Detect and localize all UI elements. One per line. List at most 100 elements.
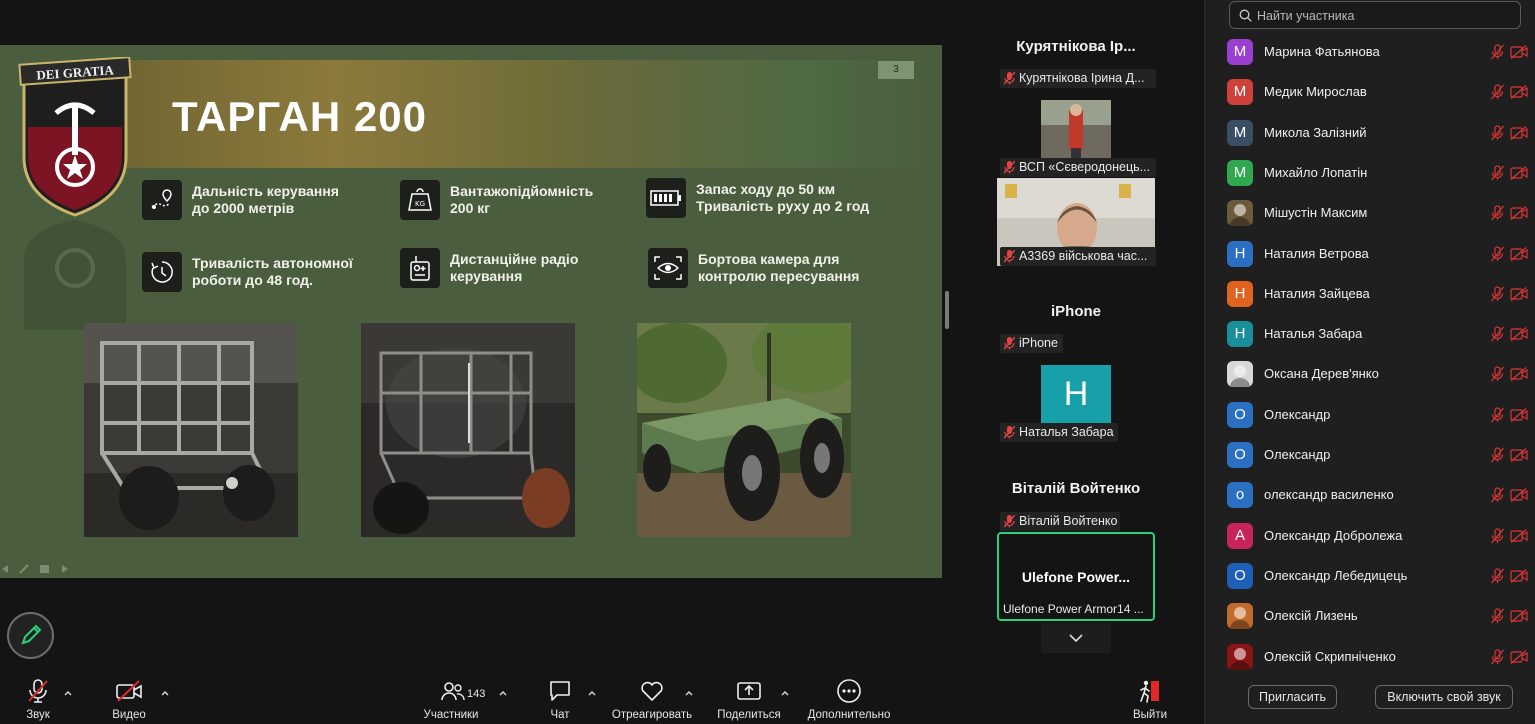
feature-battery-line2: Тривалість руху до 2 год [696, 198, 870, 214]
tile-tag-a3369[interactable]: А3369 військова час... [1000, 247, 1156, 266]
participant-row[interactable]: H Наталья Забара [1205, 314, 1535, 354]
video-off-icon [116, 680, 142, 702]
video-off-icon [1510, 206, 1528, 221]
participant-row[interactable]: O Олександр Лебедицець [1205, 556, 1535, 596]
video-gallery-strip: Курятнікова Ір... Курятнікова Ірина Д...… [990, 30, 1162, 660]
feature-remote-line2: керування [450, 268, 523, 284]
share-screen-button[interactable]: Поделиться [714, 678, 784, 721]
chat-button[interactable]: Чат [540, 678, 580, 721]
participant-row[interactable]: M Микола Залізний [1205, 113, 1535, 153]
video-tile-active-speaker[interactable]: Ulefone Power... Ulefone Power Armor14 .… [997, 532, 1155, 621]
tile-tag-voitenko[interactable]: Віталій Войтенко [1000, 512, 1120, 531]
more-button[interactable]: Дополнительно [804, 678, 894, 721]
video-off-icon [1510, 568, 1528, 583]
video-options-caret[interactable] [160, 689, 170, 697]
participant-row[interactable]: M Марина Фатьянова [1205, 32, 1535, 72]
participant-avatar: H [1227, 240, 1253, 267]
range-icon [142, 180, 182, 220]
video-off-icon [1510, 286, 1528, 301]
participant-avatar: M [1227, 119, 1253, 146]
gallery-scroll-down-button[interactable] [1041, 623, 1111, 653]
react-button[interactable]: Отреагировать [610, 678, 694, 721]
feature-camera-line2: контролю пересування [698, 268, 860, 284]
video-off-icon [1510, 367, 1528, 382]
tile-tag-label: Курятнікова Ірина Д... [1019, 71, 1145, 85]
video-off-icon [1510, 165, 1528, 180]
participant-row[interactable]: Олексій Лизень [1205, 596, 1535, 636]
leave-door-icon [1140, 680, 1159, 703]
mic-muted-icon [1490, 648, 1505, 665]
tile-tag-natalia[interactable]: Наталья Забара [1000, 423, 1118, 442]
robot-frame-photo-1 [84, 323, 298, 537]
video-button[interactable]: Видео [106, 678, 152, 721]
participant-row[interactable]: O Олександр [1205, 395, 1535, 435]
participant-row[interactable]: O Олександр [1205, 435, 1535, 475]
share-screen-icon [737, 682, 761, 700]
tile-tag-label: ВСП «Сєверодонець... [1019, 160, 1151, 174]
participant-row[interactable]: M Михайло Лопатін [1205, 153, 1535, 193]
participant-avatar: M [1227, 79, 1253, 106]
share-label: Поделиться [717, 709, 781, 721]
participant-name: Наталия Ветрова [1264, 245, 1369, 261]
mic-muted-icon [1490, 366, 1505, 382]
svg-text:KG: KG [415, 200, 425, 208]
participant-name: Медик Мирослав [1264, 84, 1367, 100]
video-off-icon [1510, 125, 1528, 140]
avatar-natalia-zabara[interactable]: H [1041, 365, 1111, 423]
participant-name: Олександр [1264, 406, 1331, 422]
participant-row[interactable]: o олександр василенко [1205, 475, 1535, 515]
participant-row[interactable]: Мішустін Максим [1205, 193, 1535, 233]
mic-muted-icon [1004, 515, 1015, 528]
participant-search-box[interactable] [1229, 1, 1521, 29]
feature-autonomy: Тривалість автономної роботи до 48 год. [142, 252, 353, 292]
annotate-button[interactable] [7, 612, 54, 659]
slide-nav-tools[interactable] [0, 562, 80, 574]
feature-remote: Дистанційне радіо керування [400, 248, 578, 288]
search-icon [1239, 9, 1252, 22]
participant-row[interactable]: Олексій Скрипніченко [1205, 637, 1535, 677]
mic-muted-icon [1004, 72, 1015, 85]
unmute-self-button[interactable]: Включить свой звук [1375, 685, 1513, 709]
participant-row[interactable]: A Олександр Добролежа [1205, 516, 1535, 556]
tile-tag-ulefone: Ulefone Power Armor14 ... [1003, 602, 1144, 616]
video-label: Видео [112, 709, 146, 721]
participant-row[interactable]: Оксана Дерев'янко [1205, 354, 1535, 394]
participant-row[interactable]: M Медик Мирослав [1205, 72, 1535, 112]
participant-avatar: M [1227, 159, 1253, 186]
slide-title: ТАРГАН 200 [172, 93, 427, 140]
participant-row[interactable]: H Наталия Ветрова [1205, 234, 1535, 274]
mic-muted-icon [1490, 286, 1505, 302]
leave-button[interactable]: Выйти [1130, 678, 1170, 721]
audio-options-caret[interactable] [63, 689, 73, 697]
participant-row[interactable]: H Наталия Зайцева [1205, 274, 1535, 314]
participant-avatar [1227, 603, 1253, 630]
react-options-caret[interactable] [684, 689, 694, 697]
participant-name: Микола Залізний [1264, 124, 1367, 140]
participant-avatar: o [1227, 482, 1253, 509]
participant-name: Наталья Забара [1264, 326, 1363, 342]
feature-autonomy-line2: роботи до 48 год. [192, 272, 313, 288]
video-off-icon [1510, 649, 1528, 664]
feature-range: Дальність керування до 2000 метрів [142, 180, 339, 220]
participant-name: Олексій Скрипніченко [1264, 648, 1396, 664]
participant-search-input[interactable] [1257, 6, 1512, 25]
video-off-icon [1510, 528, 1528, 543]
tile-tag-iphone[interactable]: iPhone [1000, 334, 1063, 353]
tile-title-voitenko: Віталій Войтенко [1011, 480, 1141, 497]
tile-tag-kuriatnikova[interactable]: Курятнікова Ірина Д... [1000, 69, 1156, 88]
participants-options-caret[interactable] [498, 689, 508, 697]
share-options-caret[interactable] [780, 689, 790, 697]
chat-bubble-icon [550, 681, 570, 701]
remote-control-icon [400, 248, 440, 288]
video-thumbnail-person[interactable] [1041, 100, 1111, 158]
audio-button[interactable]: Звук [16, 678, 60, 721]
mic-muted-icon [1004, 250, 1015, 263]
invite-button[interactable]: Пригласить [1248, 685, 1337, 709]
tile-tag-vsp[interactable]: ВСП «Сєверодонець... [1000, 158, 1156, 177]
feature-autonomy-line1: Тривалість автономної [192, 255, 353, 271]
chat-options-caret[interactable] [587, 689, 597, 697]
mic-muted-icon [1490, 84, 1505, 100]
tile-title-kuriatnikova: Курятнікова Ір... [1016, 38, 1136, 55]
participant-avatar: M [1227, 39, 1253, 65]
split-view-resize-handle[interactable] [945, 291, 949, 329]
